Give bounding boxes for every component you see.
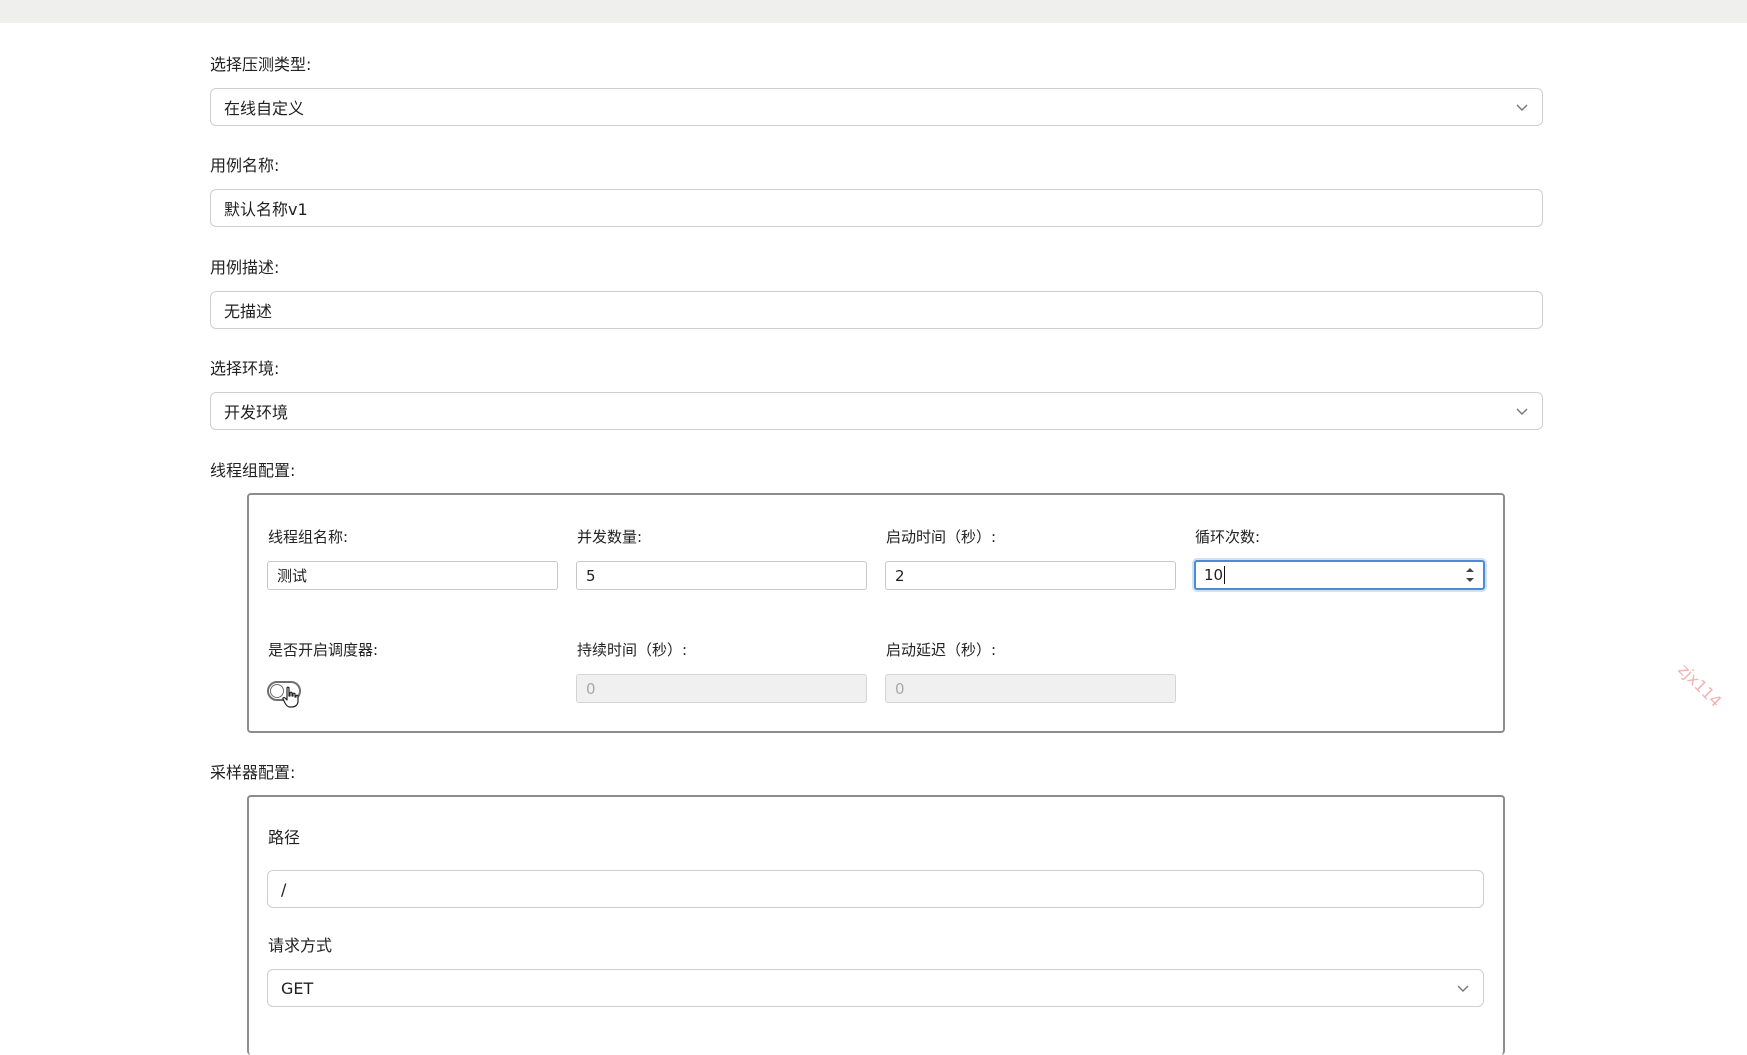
method-value: GET <box>281 978 314 998</box>
text-caret <box>1224 566 1226 584</box>
method-label: 请求方式 <box>268 936 333 955</box>
sampler-panel <box>247 795 1505 1055</box>
method-select[interactable]: GET <box>267 969 1484 1007</box>
ramp-up-value: 2 <box>895 566 905 585</box>
path-label: 路径 <box>268 828 301 847</box>
chevron-down-icon <box>1457 985 1469 992</box>
delay-input[interactable]: 0 <box>885 674 1176 703</box>
environment-value: 开发环境 <box>224 403 289 422</box>
spinner-down-icon[interactable] <box>1465 575 1475 585</box>
thread-group-section-label: 线程组配置: <box>210 461 296 480</box>
duration-label: 持续时间（秒）: <box>577 641 688 659</box>
thread-group-name-input[interactable]: 测试 <box>267 561 558 590</box>
scheduler-label: 是否开启调度器: <box>268 641 379 659</box>
watermark-text: zjx114 <box>1674 660 1726 711</box>
thread-group-name-value: 测试 <box>277 567 308 585</box>
case-desc-label: 用例描述: <box>210 258 280 277</box>
ramp-up-input[interactable]: 2 <box>885 561 1176 590</box>
concurrency-label: 并发数量: <box>577 528 643 546</box>
case-name-value: 默认名称v1 <box>224 200 308 219</box>
case-desc-input[interactable]: 无描述 <box>210 291 1543 329</box>
loops-label: 循环次数: <box>1195 528 1261 546</box>
case-name-input[interactable]: 默认名称v1 <box>210 189 1543 227</box>
loops-value: 10 <box>1204 566 1224 584</box>
case-desc-value: 无描述 <box>224 302 273 321</box>
case-name-label: 用例名称: <box>210 156 280 175</box>
test-type-label: 选择压测类型: <box>210 55 312 74</box>
spinner-up-icon[interactable] <box>1465 565 1475 575</box>
pointer-hand-icon <box>282 686 299 708</box>
test-type-value: 在线自定义 <box>224 99 305 118</box>
ramp-up-label: 启动时间（秒）: <box>886 528 997 546</box>
top-bar <box>0 0 1747 23</box>
thread-group-name-label: 线程组名称: <box>268 528 349 546</box>
path-input[interactable]: / <box>267 870 1484 908</box>
delay-value: 0 <box>895 679 905 698</box>
concurrency-value: 5 <box>586 566 596 585</box>
chevron-down-icon <box>1516 104 1528 111</box>
concurrency-input[interactable]: 5 <box>576 561 867 590</box>
test-type-select[interactable]: 在线自定义 <box>210 88 1543 126</box>
duration-input[interactable]: 0 <box>576 674 867 703</box>
duration-value: 0 <box>586 679 596 698</box>
environment-label: 选择环境: <box>210 359 280 378</box>
path-value: / <box>281 879 287 899</box>
delay-label: 启动延迟（秒）: <box>886 641 997 659</box>
chevron-down-icon <box>1516 408 1528 415</box>
sampler-section-label: 采样器配置: <box>210 763 296 782</box>
thread-group-panel <box>247 493 1505 733</box>
spinner-arrows-icon[interactable] <box>1465 565 1475 585</box>
environment-select[interactable]: 开发环境 <box>210 392 1543 430</box>
loops-input[interactable]: 10 <box>1194 560 1485 590</box>
